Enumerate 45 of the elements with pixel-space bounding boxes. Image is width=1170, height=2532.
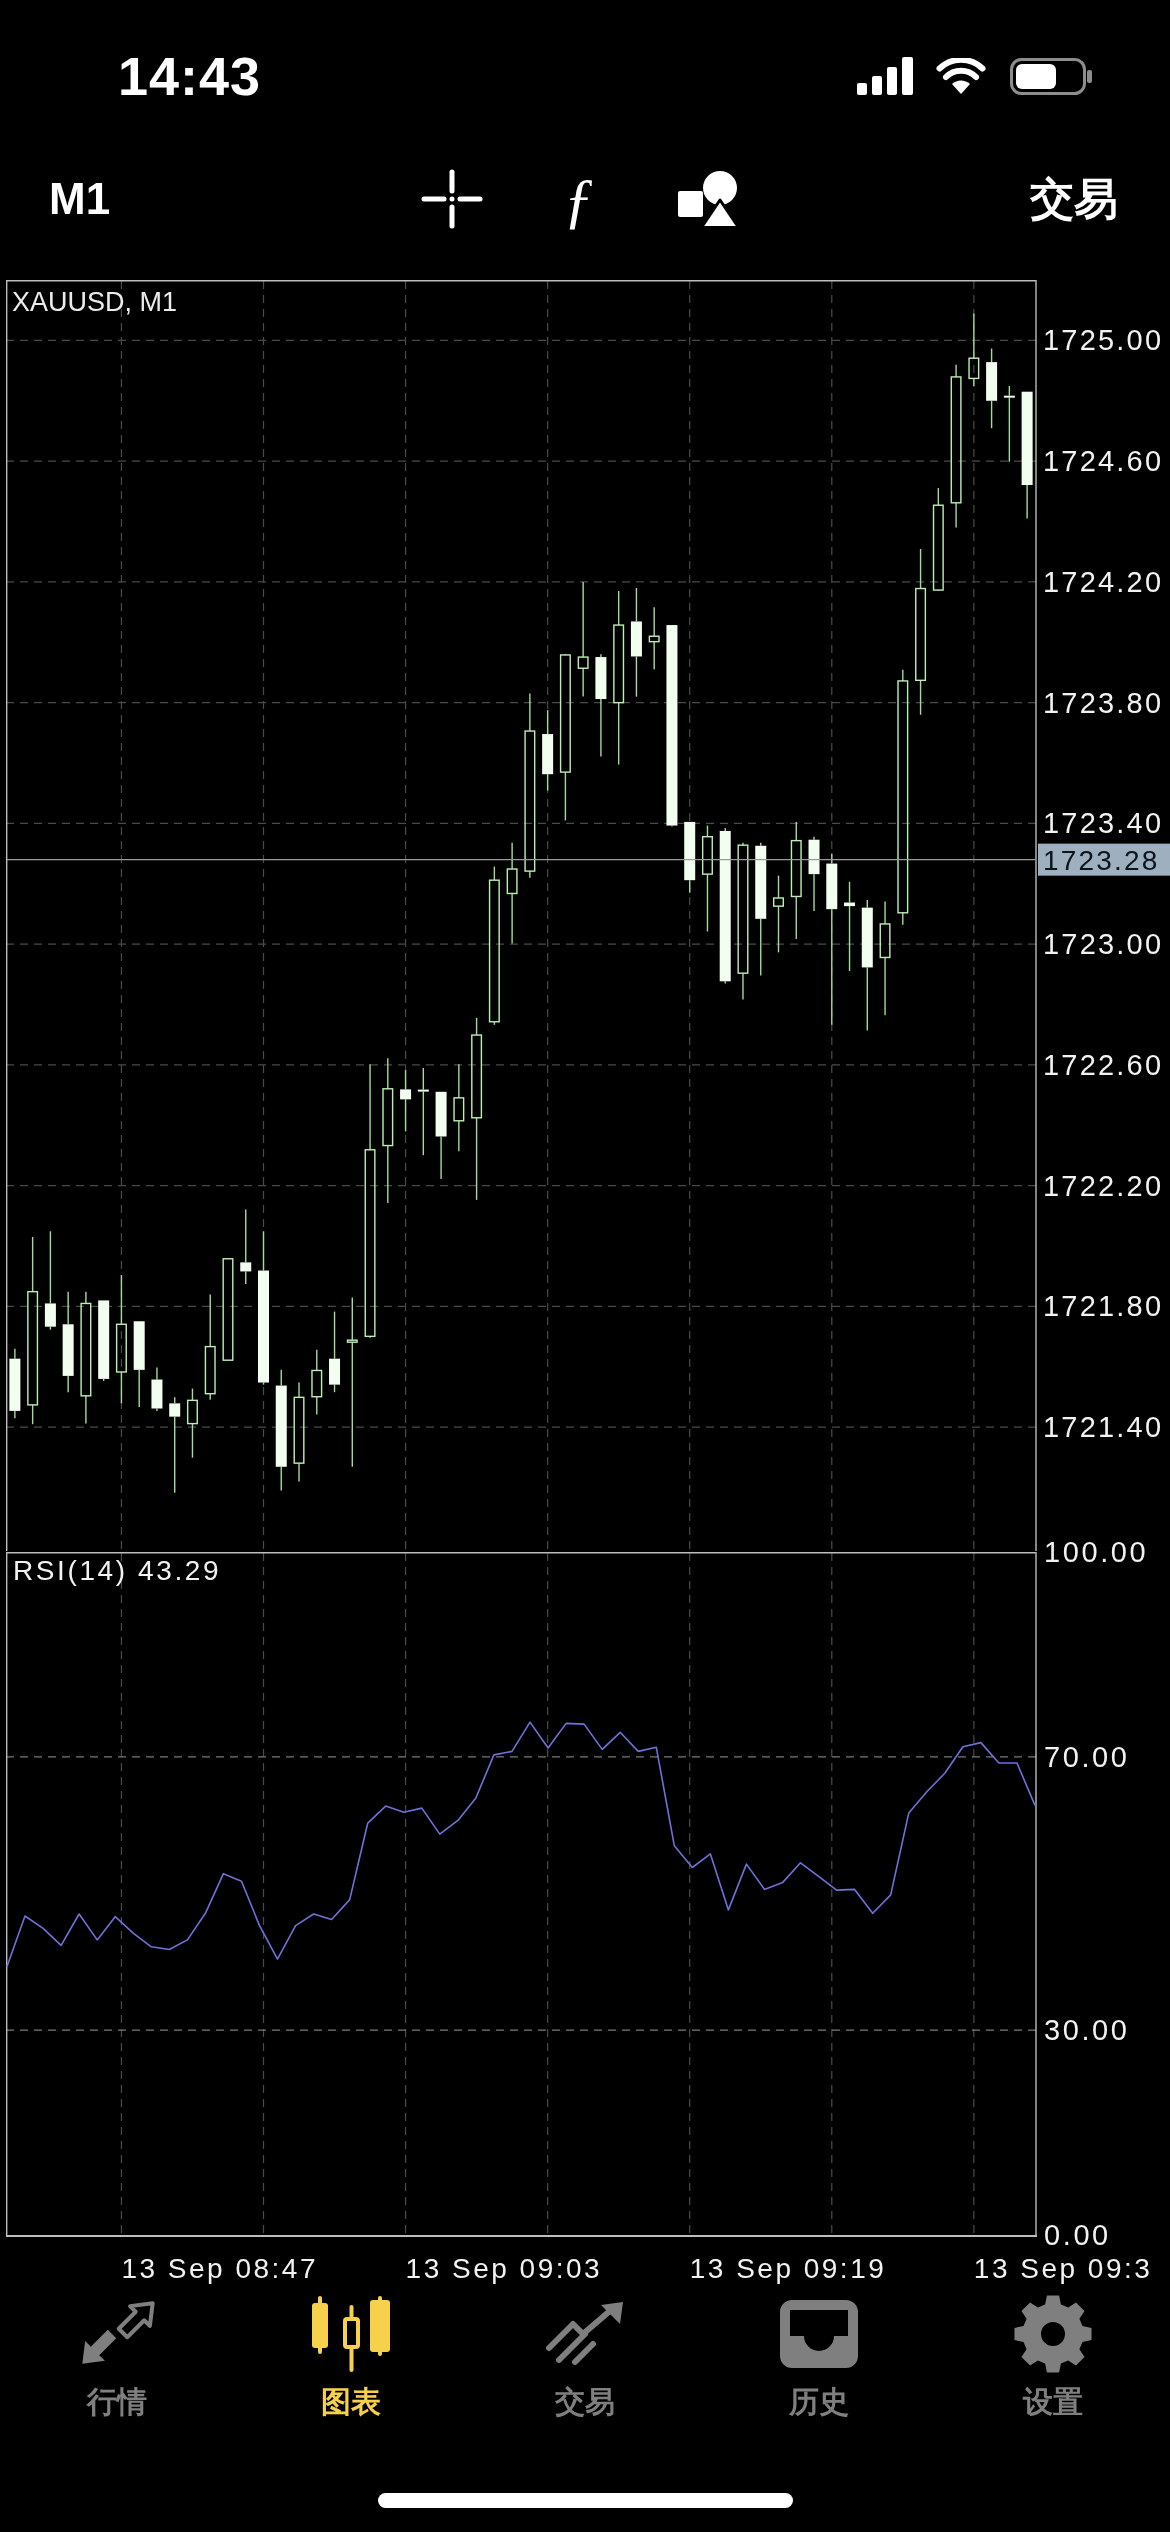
chart-title: XAUUSD, M1 [12, 287, 178, 317]
status-time: 14:43 [118, 49, 262, 103]
battery-icon [1010, 57, 1092, 95]
axis-label: 30.00 [1044, 2014, 1130, 2047]
function-button[interactable]: ƒ [559, 167, 599, 231]
price-label: 1724.60 [1043, 445, 1164, 478]
tab[interactable]: 交易 [468, 2287, 702, 2442]
price-label: 1722.20 [1043, 1169, 1164, 1202]
price-label: 1723.80 [1043, 686, 1164, 719]
price-label: 1721.40 [1043, 1411, 1164, 1444]
settings-icon [1013, 2294, 1093, 2374]
tab[interactable]: 设置 [936, 2287, 1170, 2442]
ref-line-label: 1723.28 [1043, 845, 1160, 877]
tab[interactable]: 历史 [702, 2287, 936, 2442]
trade-button[interactable]: 交易 [1030, 177, 1118, 221]
current-price-tag: 1723.28 [1038, 843, 1170, 877]
candlestick [151, 1366, 163, 1412]
timeframe-button[interactable]: M1 [49, 177, 111, 221]
crosshair-icon[interactable] [421, 169, 484, 229]
time-label: 13 Sep 09:3 [973, 2252, 1153, 2284]
candlestick [311, 1348, 323, 1416]
time-label: 13 Sep 09:03 [405, 2252, 603, 2284]
price-label: 1724.20 [1043, 565, 1164, 598]
price-label: 1722.60 [1043, 1048, 1164, 1081]
tab[interactable]: 图表 [234, 2287, 468, 2442]
wifi-icon [936, 58, 986, 94]
chart-title: RSI(14) 43.29 [13, 1554, 222, 1586]
candlestick [648, 606, 660, 670]
price-label: 1721.80 [1043, 1290, 1164, 1323]
candlesticks-icon [312, 2296, 390, 2372]
price-label: 1725.00 [1043, 324, 1164, 357]
price-label: 1723.00 [1043, 928, 1164, 961]
axis-label: 0.00 [1044, 2219, 1111, 2251]
time-label: 13 Sep 09:19 [689, 2252, 887, 2284]
candlestick [186, 1387, 198, 1459]
tray-icon [780, 2300, 858, 2368]
axis-label: 70.00 [1044, 1740, 1130, 1773]
candlestick [400, 1069, 412, 1133]
tab[interactable]: 行情 [0, 2287, 234, 2442]
price-label: 1723.40 [1043, 807, 1164, 840]
signal-icon [857, 57, 913, 95]
axis-label: 100.00 [1044, 1536, 1149, 1568]
trend-arrow-icon [545, 2302, 625, 2366]
candlestick [9, 1348, 21, 1419]
time-label: 13 Sep 08:47 [121, 2252, 318, 2284]
